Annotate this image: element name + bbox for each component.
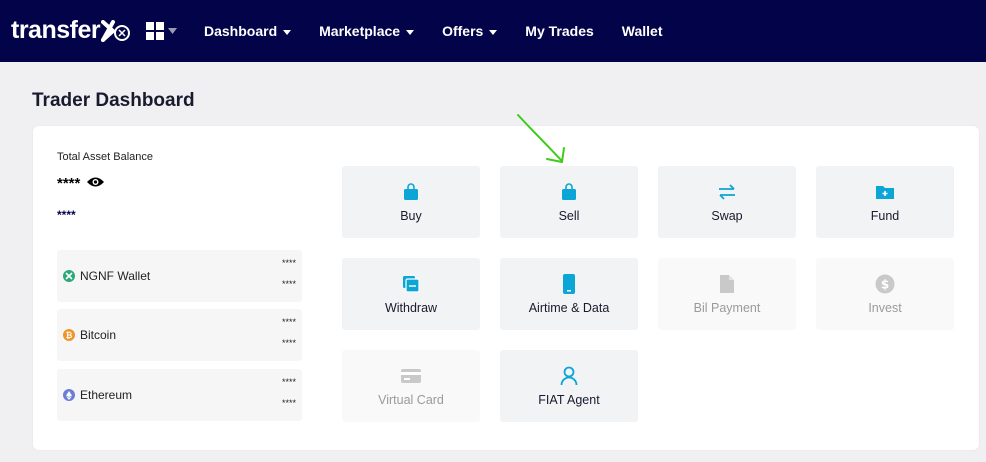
nav-marketplace[interactable]: Marketplace xyxy=(319,23,415,39)
action-label: Buy xyxy=(400,209,422,223)
action-withdraw-button[interactable]: Withdraw xyxy=(342,258,480,330)
chevron-down-icon xyxy=(168,28,177,34)
action-sell-button[interactable]: Sell xyxy=(500,166,638,238)
balance-sub-value: **** xyxy=(57,208,76,222)
swap-arrows-icon xyxy=(718,181,736,203)
action-bill-payment-button: Bil Payment xyxy=(658,258,796,330)
total-balance-label: Total Asset Balance xyxy=(57,151,154,163)
action-label: Invest xyxy=(868,301,902,315)
wallet-row-ethereum[interactable]: Ethereum **** **** xyxy=(57,369,302,421)
document-icon xyxy=(719,273,735,295)
action-label: Airtime & Data xyxy=(528,301,610,315)
action-label: Fund xyxy=(870,209,900,223)
action-buy-button[interactable]: Buy xyxy=(342,166,480,238)
action-airtime-data-button[interactable]: Airtime & Data xyxy=(500,258,638,330)
nav-dashboard[interactable]: Dashboard xyxy=(204,23,292,39)
action-fund-button[interactable]: Fund xyxy=(816,166,954,238)
brand-name: transfer xyxy=(11,16,101,44)
caret-down-icon xyxy=(489,29,498,35)
page-title: Trader Dashboard xyxy=(32,90,195,111)
main-nav: Dashboard Marketplace Offers My Trades W… xyxy=(204,0,691,62)
folder-plus-icon xyxy=(875,181,895,203)
wallet-value-primary: **** xyxy=(281,377,296,387)
ngnf-coin-icon xyxy=(63,270,75,282)
wallet-value-primary: **** xyxy=(281,317,296,327)
action-label: Virtual Card xyxy=(378,393,444,407)
dashboard-card: Total Asset Balance **** **** NGNF Walle… xyxy=(33,126,979,450)
action-label: Bil Payment xyxy=(693,301,761,315)
credit-card-icon xyxy=(400,365,422,387)
phone-icon xyxy=(562,273,576,295)
ethereum-coin-icon xyxy=(63,389,75,401)
brand-x-mark-icon xyxy=(101,19,131,42)
action-invest-button: $ Invest xyxy=(816,258,954,330)
bitcoin-coin-icon: ₿ xyxy=(63,329,75,341)
action-label: FIAT Agent xyxy=(538,393,600,407)
shopping-bag-icon xyxy=(403,181,419,203)
wallet-name: NGNF Wallet xyxy=(80,269,151,283)
cards-icon xyxy=(402,273,420,295)
total-balance-value: **** xyxy=(57,175,105,192)
wallet-value-secondary: **** xyxy=(281,279,296,289)
wallet-row-bitcoin[interactable]: ₿ Bitcoin **** **** xyxy=(57,309,302,361)
apps-grid-icon xyxy=(146,22,164,40)
apps-grid-button[interactable] xyxy=(146,22,177,40)
wallet-name: Ethereum xyxy=(80,388,133,402)
shopping-bag-icon xyxy=(561,181,577,203)
eye-icon xyxy=(87,177,105,187)
wallet-row-ngnf[interactable]: NGNF Wallet **** **** xyxy=(57,250,302,302)
caret-down-icon xyxy=(283,29,292,35)
action-swap-button[interactable]: Swap xyxy=(658,166,796,238)
top-navbar: transfer Dashboard Marketplace Offers My… xyxy=(0,0,986,62)
nav-wallet[interactable]: Wallet xyxy=(622,23,663,39)
balance-main-value: **** xyxy=(57,175,81,192)
caret-down-icon xyxy=(406,29,415,35)
dollar-coin-icon: $ xyxy=(875,273,895,295)
nav-offers[interactable]: Offers xyxy=(442,23,498,39)
nav-my-trades[interactable]: My Trades xyxy=(525,23,593,39)
wallet-value-secondary: **** xyxy=(281,398,296,408)
brand-logo[interactable]: transfer xyxy=(11,16,131,45)
user-icon xyxy=(560,365,578,387)
wallet-name: Bitcoin xyxy=(80,328,117,342)
wallet-value-secondary: **** xyxy=(281,338,296,348)
action-label: Sell xyxy=(558,209,580,223)
action-label: Withdraw xyxy=(384,301,438,315)
toggle-visibility-button[interactable] xyxy=(86,175,105,192)
annotation-arrow-icon xyxy=(517,114,565,163)
action-virtual-card-button: Virtual Card xyxy=(342,350,480,422)
svg-text:$: $ xyxy=(881,278,889,292)
action-fiat-agent-button[interactable]: FIAT Agent xyxy=(500,350,638,422)
wallet-value-primary: **** xyxy=(281,258,296,268)
action-label: Swap xyxy=(711,209,743,223)
